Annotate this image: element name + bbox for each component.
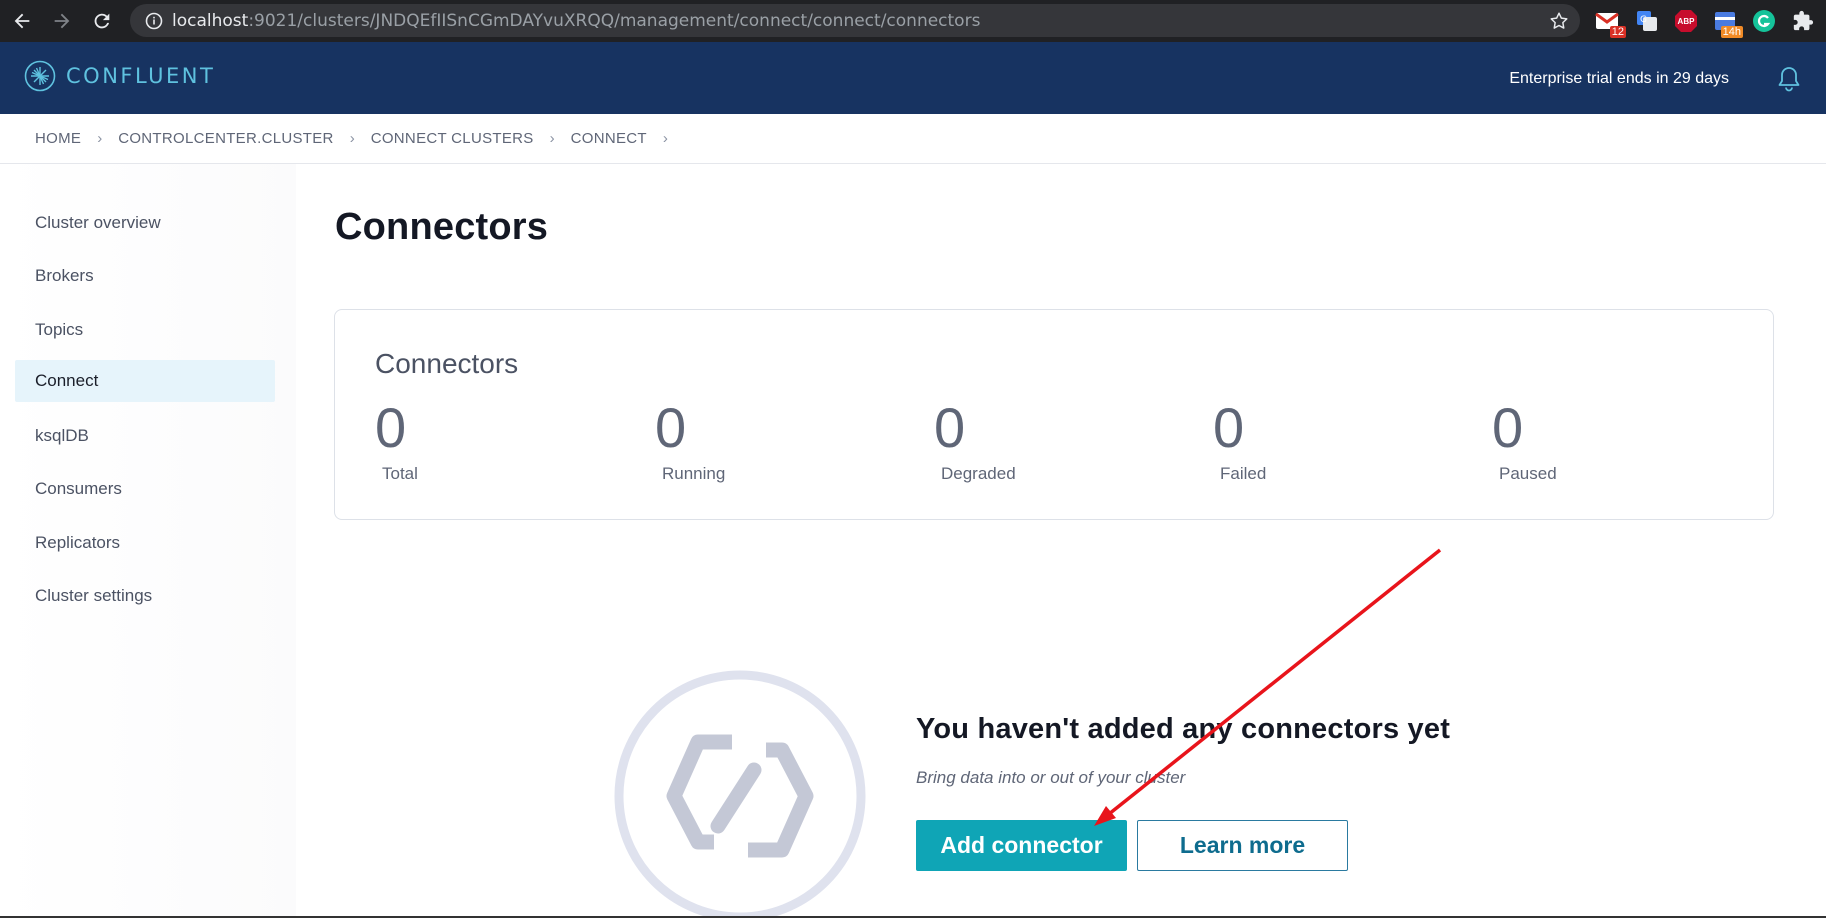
trial-notice: Enterprise trial ends in 29 days	[1509, 70, 1729, 87]
notification-bell-icon[interactable]	[1777, 66, 1801, 97]
empty-state-subtitle: Bring data into or out of your cluster	[916, 768, 1186, 787]
breadcrumb: HOME › CONTROLCENTER.CLUSTER › CONNECT C…	[0, 114, 1826, 164]
connectors-summary-card: Connectors 0 Total 0 Running 0 Degraded …	[334, 309, 1774, 520]
stat-degraded: 0 Degraded	[934, 400, 1134, 484]
calendar-badge: 14h	[1720, 26, 1743, 38]
stat-value: 0	[1213, 396, 1245, 459]
empty-state-title: You haven't added any connectors yet	[916, 713, 1451, 745]
stat-label: Degraded	[941, 464, 1016, 483]
learn-more-button[interactable]: Learn more	[1137, 820, 1348, 871]
grammarly-icon[interactable]	[1750, 7, 1778, 35]
sidebar-item-cluster-overview[interactable]: Cluster overview	[15, 202, 275, 244]
calendar-icon[interactable]: 14h	[1711, 7, 1743, 38]
chevron-right-icon: ›	[349, 130, 355, 147]
stat-paused: 0 Paused	[1492, 400, 1692, 484]
stat-running: 0 Running	[655, 400, 855, 484]
stat-label: Running	[662, 464, 726, 483]
add-connector-button[interactable]: Add connector	[916, 820, 1127, 871]
translate-icon[interactable]: G	[1633, 7, 1661, 35]
breadcrumb-connect-clusters[interactable]: CONNECT CLUSTERS	[371, 130, 534, 147]
sidebar-item-ksqldb[interactable]: ksqlDB	[15, 415, 275, 457]
logo-text: CONFLUENT	[66, 64, 216, 88]
adblock-label: ABP	[1677, 16, 1695, 26]
sidebar-item-brokers[interactable]: Brokers	[15, 255, 275, 297]
chevron-right-icon: ›	[97, 130, 103, 147]
card-title: Connectors	[375, 348, 519, 379]
chevron-right-icon: ›	[662, 130, 668, 147]
url-text: localhost:9021/clusters/JNDQEfIISnCGmDAY…	[172, 11, 980, 31]
app-header: CONFLUENT Enterprise trial ends in 29 da…	[0, 42, 1826, 114]
url-path: :9021/clusters/JNDQEfIISnCGmDAYvuXRQQ/ma…	[248, 10, 981, 31]
svg-text:G: G	[1640, 15, 1647, 25]
breadcrumb-cluster[interactable]: CONTROLCENTER.CLUSTER	[118, 130, 334, 147]
breadcrumb-connect[interactable]: CONNECT	[571, 130, 647, 147]
reload-icon[interactable]	[82, 0, 122, 42]
sidebar: Cluster overview Brokers Topics Connect …	[0, 164, 296, 918]
confluent-logo[interactable]: CONFLUENT	[24, 60, 215, 92]
connector-link-icon	[614, 670, 866, 918]
info-icon[interactable]	[136, 12, 172, 30]
stat-label: Failed	[1220, 464, 1267, 483]
gmail-badge: 12	[1609, 26, 1626, 38]
back-icon[interactable]	[2, 0, 42, 42]
sidebar-item-connect[interactable]: Connect	[15, 360, 275, 402]
sidebar-item-replicators[interactable]: Replicators	[15, 522, 275, 564]
chevron-right-icon: ›	[549, 130, 555, 147]
stat-total: 0 Total	[375, 400, 575, 484]
sidebar-item-consumers[interactable]: Consumers	[15, 468, 275, 510]
sidebar-item-cluster-settings[interactable]: Cluster settings	[15, 575, 275, 617]
breadcrumb-home[interactable]: HOME	[35, 130, 81, 147]
stat-value: 0	[934, 396, 966, 459]
sidebar-item-topics[interactable]: Topics	[15, 309, 275, 351]
extensions-bar: 12 G ABP 14h	[1594, 6, 1817, 38]
stat-value: 0	[1492, 396, 1524, 459]
address-bar[interactable]: localhost:9021/clusters/JNDQEfIISnCGmDAY…	[130, 4, 1580, 37]
extensions-icon[interactable]	[1789, 7, 1817, 35]
adblock-icon[interactable]: ABP	[1672, 7, 1700, 35]
gmail-icon[interactable]: 12	[1594, 7, 1626, 38]
stat-label: Paused	[1499, 464, 1557, 483]
browser-toolbar: localhost:9021/clusters/JNDQEfIISnCGmDAY…	[0, 0, 1826, 42]
stat-value: 0	[655, 396, 687, 459]
bookmark-star-icon[interactable]	[1548, 10, 1570, 32]
stat-value: 0	[375, 396, 407, 459]
confluent-logo-icon	[24, 60, 56, 92]
stat-failed: 0 Failed	[1213, 400, 1413, 484]
stat-label: Total	[382, 464, 418, 483]
url-host: localhost	[172, 10, 249, 31]
page-title: Connectors	[335, 206, 549, 248]
forward-icon[interactable]	[42, 0, 82, 42]
